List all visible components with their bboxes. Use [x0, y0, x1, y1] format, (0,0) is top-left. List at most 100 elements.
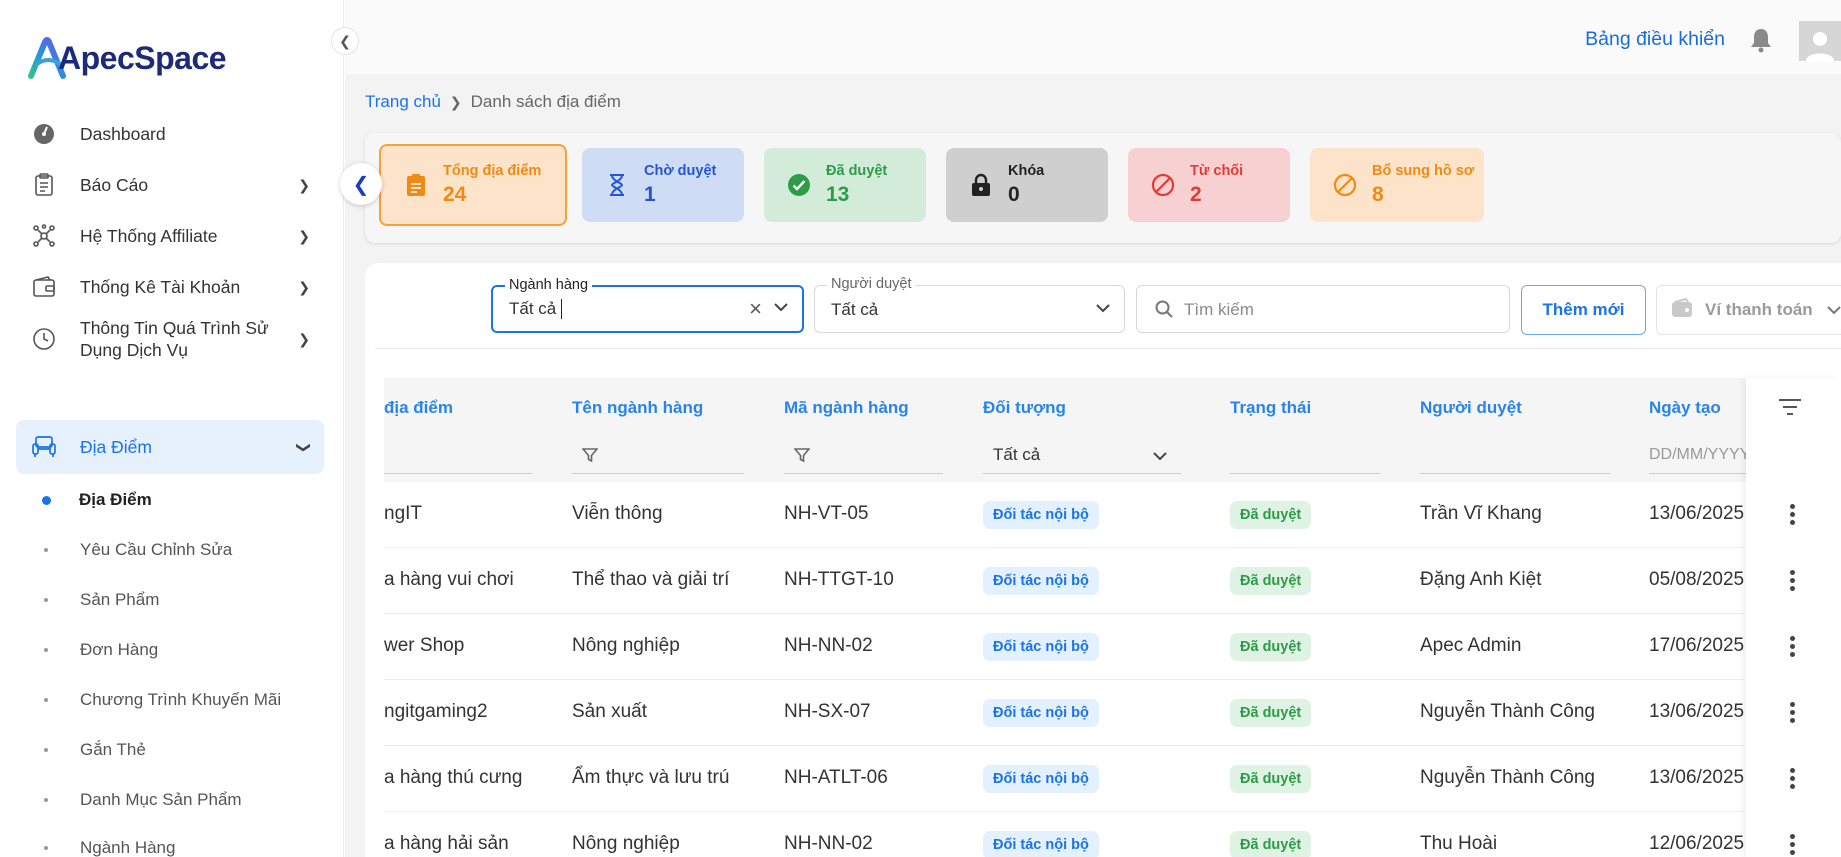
- target-badge: Đối tác nội bộ: [983, 765, 1099, 793]
- back-button[interactable]: ❮: [340, 163, 382, 205]
- cell-place: ngIT: [384, 503, 423, 524]
- stat-card-supplement[interactable]: Bổ sung hồ sơ 8: [1310, 148, 1484, 222]
- cell-approver: Trần Vĩ Khang: [1420, 503, 1542, 524]
- cell-category-code: NH-SX-07: [784, 701, 871, 722]
- sidebar-subitem-promotions[interactable]: Chương Trình Khuyến Mãi: [42, 690, 281, 710]
- chevron-right-icon: ❯: [449, 93, 462, 110]
- chevron-right-icon: ❯: [298, 330, 310, 347]
- target-badge: Đối tác nội bộ: [983, 699, 1099, 727]
- sidebar-item-dashboard[interactable]: Dashboard: [16, 116, 324, 152]
- cell-created-date: 17/06/2025: [1649, 635, 1745, 656]
- column-header-category-name[interactable]: Tên ngành hàng: [572, 398, 703, 418]
- column-header-created-date[interactable]: Ngày tạo: [1649, 398, 1721, 418]
- stat-card-pending[interactable]: Chờ duyệt 1: [582, 148, 744, 222]
- stat-card-locked[interactable]: Khóa 0: [946, 148, 1108, 222]
- category-code-filter[interactable]: [784, 436, 943, 474]
- column-header-target[interactable]: Đối tượng: [983, 398, 1066, 418]
- date-placeholder: DD/MM/YYYY: [1649, 445, 1746, 463]
- row-actions-menu-icon[interactable]: [1787, 834, 1797, 855]
- sidebar-item-locations[interactable]: Địa Điểm ❯: [16, 420, 324, 474]
- column-header-category-code[interactable]: Mã ngành hàng: [784, 398, 909, 418]
- sidebar-subitem-label: Danh Mục Sản Phẩm: [80, 790, 242, 809]
- table-row[interactable]: a hàng vui chơi Thể thao và giải trí NH-TT…: [384, 548, 1744, 614]
- sidebar-item-label: Thống Kê Tài Khoản: [80, 276, 241, 297]
- column-filter-icon[interactable]: [1778, 398, 1802, 421]
- column-header-status[interactable]: Trạng thái: [1230, 398, 1311, 418]
- column-header-place[interactable]: địa điểm: [384, 398, 453, 418]
- avatar[interactable]: [1799, 21, 1841, 61]
- place-filter-input[interactable]: [384, 436, 532, 474]
- search-input[interactable]: Tìm kiếm: [1136, 285, 1510, 333]
- sidebar-item-label-line2: Dụng Dịch Vụ: [80, 340, 188, 360]
- stat-label: Chờ duyệt: [644, 163, 717, 179]
- target-badge: Đối tác nội bộ: [983, 831, 1099, 857]
- cell-category-code: NH-NN-02: [784, 635, 873, 656]
- cell-category-name: Nông nghiệp: [572, 635, 680, 656]
- sidebar-item-label: Báo Cáo: [80, 174, 149, 195]
- status-badge: Đã duyệt: [1230, 633, 1312, 661]
- stat-card-rejected[interactable]: Từ chối 2: [1128, 148, 1290, 222]
- sidebar-subitem-locations[interactable]: Địa Điểm: [42, 490, 152, 510]
- ban-icon: [1150, 172, 1176, 198]
- sidebar-subitem-industries[interactable]: Ngành Hàng: [42, 838, 175, 857]
- row-actions-menu-icon[interactable]: [1787, 702, 1797, 723]
- row-actions-menu-icon[interactable]: [1787, 504, 1797, 525]
- sidebar-item-label: Dashboard: [80, 123, 166, 144]
- bell-icon[interactable]: [1749, 27, 1773, 58]
- sidebar-item-account-stats[interactable]: Thống Kê Tài Khoản ❯: [16, 269, 324, 305]
- chevron-down-icon[interactable]: [774, 299, 788, 317]
- app-logo[interactable]: ApecSpace: [28, 36, 227, 80]
- cell-created-date: 05/08/2025: [1649, 569, 1745, 590]
- row-actions-menu-icon[interactable]: [1787, 768, 1797, 789]
- row-actions-menu-icon[interactable]: [1787, 636, 1797, 657]
- table-row[interactable]: a hàng hải sản Nông nghiệp NH-NN-02 Đối tác…: [384, 812, 1744, 857]
- cell-place: a hàng thú cưng: [384, 767, 523, 788]
- column-header-approver[interactable]: Người duyệt: [1420, 398, 1522, 418]
- sidebar-subitem-label: Sản Phẩm: [80, 590, 160, 609]
- data-table: địa điểm Tên ngành hàng Mã ngành hàng Đố…: [384, 378, 1746, 857]
- cell-place: a hàng vui chơi: [384, 569, 514, 590]
- stat-card-approved[interactable]: Đã duyệt 13: [764, 148, 926, 222]
- sidebar-collapse-button[interactable]: ❮: [331, 27, 359, 55]
- approver-column-filter[interactable]: [1420, 436, 1610, 474]
- chevron-right-icon: ❯: [298, 227, 310, 244]
- chevron-down-icon: [1826, 300, 1841, 320]
- sidebar-subitem-orders[interactable]: Đơn Hàng: [42, 640, 158, 660]
- table-row[interactable]: wer Shop Nông nghiệp NH-NN-02 Đối tác nội b…: [384, 614, 1744, 680]
- sidebar-item-service-history[interactable]: Thông Tin Quá Trình Sử Dụng Dịch Vụ ❯: [16, 312, 324, 366]
- category-filter-select[interactable]: Ngành hàng Tất cả ×: [491, 277, 804, 333]
- table-row[interactable]: ngitgaming2 Sản xuất NH-SX-07 Đối tác nội b…: [384, 680, 1744, 746]
- search-placeholder: Tìm kiếm: [1184, 300, 1254, 319]
- sidebar-subitem-products[interactable]: Sản Phẩm: [42, 590, 159, 610]
- clock-icon: [30, 325, 58, 353]
- category-filter-label: Ngành hàng: [505, 277, 593, 293]
- created-date-filter[interactable]: DD/MM/YYYY: [1649, 436, 1746, 474]
- stat-value: 0: [1008, 183, 1020, 206]
- clear-icon[interactable]: ×: [749, 296, 762, 322]
- wallet-button-label: Ví thanh toán: [1705, 300, 1813, 319]
- approver-filter-select[interactable]: Người duyệt Tất cả: [814, 276, 1125, 333]
- cell-approver: Apec Admin: [1420, 635, 1522, 656]
- stat-value: 13: [826, 183, 850, 206]
- row-actions-menu-icon[interactable]: [1787, 570, 1797, 591]
- sidebar-subitem-edit-requests[interactable]: Yêu Cầu Chỉnh Sửa: [42, 540, 232, 560]
- breadcrumb-home[interactable]: Trang chủ: [365, 92, 441, 112]
- wallet-button[interactable]: Ví thanh toán: [1656, 285, 1841, 335]
- status-badge: Đã duyệt: [1230, 501, 1312, 529]
- category-name-filter[interactable]: [572, 436, 744, 474]
- sidebar-subitem-tags[interactable]: Gắn Thẻ: [42, 740, 146, 760]
- stat-card-total[interactable]: Tổng địa điểm 24: [379, 144, 567, 226]
- table-row[interactable]: ngIT Viễn thông NH-VT-05 Đối tác nội bộ Đã d…: [384, 482, 1744, 548]
- cell-category-code: NH-ATLT-06: [784, 767, 888, 788]
- hourglass-icon: [604, 172, 630, 198]
- sidebar-item-affiliate[interactable]: Hệ Thống Affiliate ❯: [16, 218, 324, 254]
- dashboard-link[interactable]: Bảng điều khiển: [1585, 28, 1725, 51]
- sidebar-subitem-product-categories[interactable]: Danh Mục Sản Phẩm: [42, 790, 242, 810]
- sidebar-item-reports[interactable]: Báo Cáo ❯: [16, 167, 324, 203]
- add-new-button[interactable]: Thêm mới: [1521, 285, 1646, 335]
- stat-label: Đã duyệt: [826, 163, 888, 179]
- status-filter[interactable]: [1230, 436, 1380, 474]
- table-row[interactable]: a hàng thú cưng Ẩm thực và lưu trú NH-ATLT…: [384, 746, 1744, 812]
- target-filter-select[interactable]: Tất cả: [983, 436, 1181, 474]
- cell-created-date: 12/06/2025: [1649, 833, 1745, 854]
